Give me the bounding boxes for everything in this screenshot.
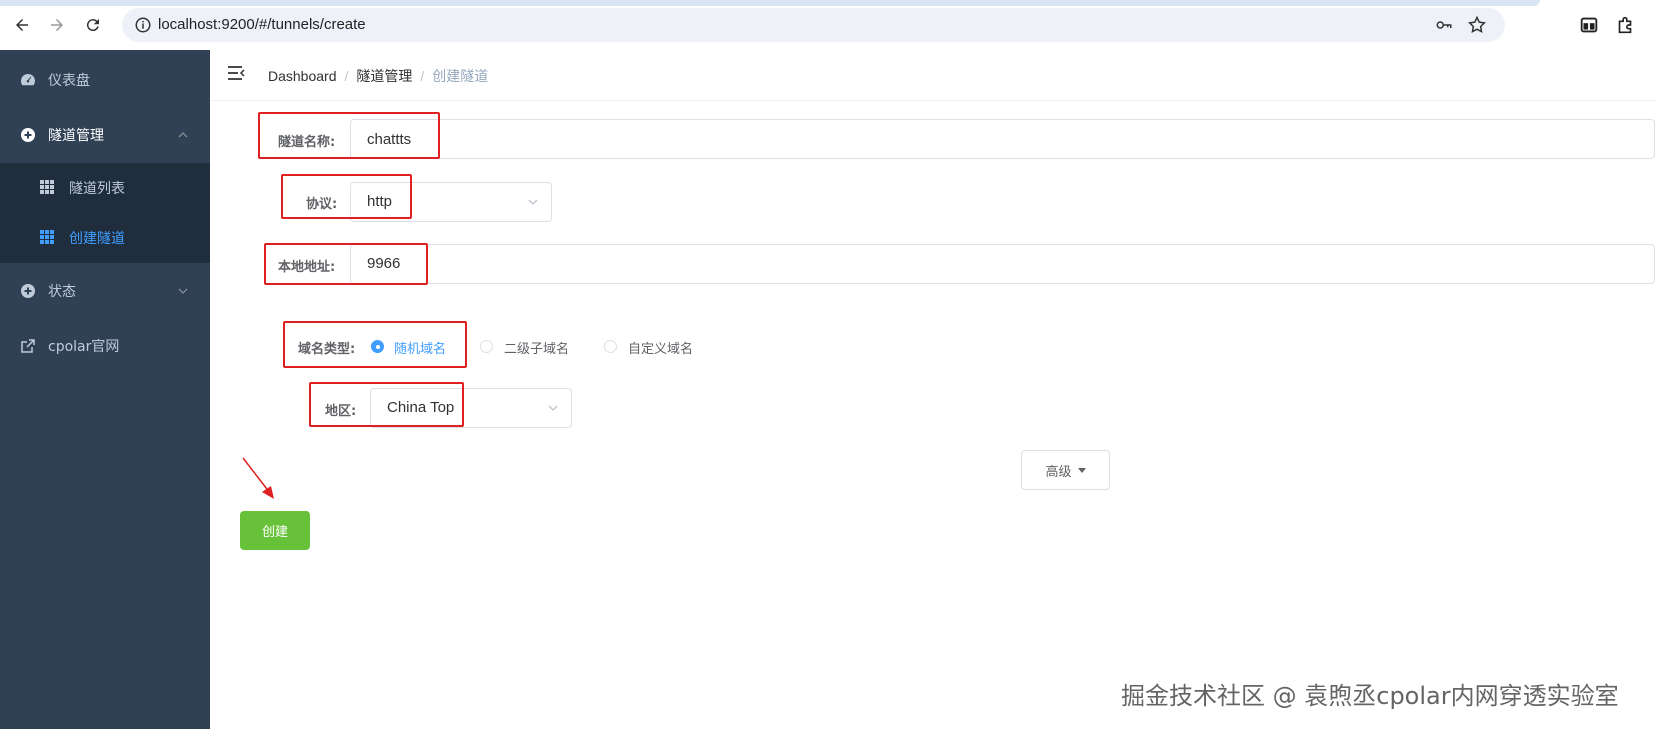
sidebar-item-cpolar-website[interactable]: cpolar官网 xyxy=(0,318,210,374)
sidebar-item-label: 隧道管理 xyxy=(48,128,104,144)
chevron-down-icon xyxy=(178,288,188,294)
sidebar-item-dashboard[interactable]: 仪表盘 xyxy=(0,52,210,108)
sidebar-item-status[interactable]: 状态 xyxy=(0,263,210,319)
annotation-arrow-icon xyxy=(242,457,274,499)
plus-circle-icon xyxy=(21,128,35,142)
advanced-button[interactable]: 高级 xyxy=(1021,450,1110,490)
info-icon[interactable] xyxy=(134,16,152,34)
grid-icon xyxy=(40,230,54,244)
breadcrumb: Dashboard / 隧道管理 / 创建隧道 xyxy=(268,66,488,86)
highlight-box xyxy=(281,174,412,219)
sidebar-item-tunnel-management[interactable]: 隧道管理 xyxy=(0,107,210,163)
caret-down-icon xyxy=(1077,467,1086,473)
tab-strip xyxy=(0,0,1540,6)
header-divider xyxy=(210,100,1655,101)
highlight-box xyxy=(309,382,464,427)
extensions-icon[interactable] xyxy=(1614,14,1636,36)
grid-icon xyxy=(40,180,54,194)
breadcrumb-separator: / xyxy=(420,68,425,84)
forward-icon[interactable] xyxy=(45,13,69,37)
sidebar-subitem-label: 创建隧道 xyxy=(69,231,125,247)
breadcrumb-tunnel-management[interactable]: 隧道管理 xyxy=(356,66,412,86)
star-icon[interactable] xyxy=(1467,15,1487,35)
highlight-box xyxy=(264,243,428,285)
sidebar-subitem-tunnel-list[interactable]: 隧道列表 xyxy=(0,163,210,213)
highlight-box xyxy=(258,112,440,159)
dashboard-icon xyxy=(21,74,35,86)
address-bar[interactable]: localhost:9200/#/tunnels/create xyxy=(122,8,1505,42)
radio-subdomain[interactable] xyxy=(480,340,493,353)
hamburger-icon[interactable] xyxy=(227,64,245,82)
radio-label[interactable]: 自定义域名 xyxy=(628,338,693,357)
submenu: 隧道列表 创建隧道 xyxy=(0,163,210,263)
breadcrumb-separator: / xyxy=(344,68,349,84)
chevron-down-icon[interactable] xyxy=(547,402,559,414)
breadcrumb-dashboard[interactable]: Dashboard xyxy=(268,68,337,84)
reload-icon[interactable] xyxy=(81,13,105,37)
watermark: 掘金技术社区 @ 袁煦丞cpolar内网穿透实验室 xyxy=(1121,682,1619,710)
chevron-up-icon xyxy=(178,132,188,138)
create-button-label: 创建 xyxy=(261,525,288,540)
external-link-icon xyxy=(21,339,35,353)
url-text[interactable]: localhost:9200/#/tunnels/create xyxy=(158,16,366,33)
radio-label[interactable]: 二级子域名 xyxy=(504,338,569,357)
plus-circle-icon xyxy=(21,284,35,298)
local-address-field[interactable] xyxy=(350,244,1655,284)
sidebar-subitem-label: 隧道列表 xyxy=(69,181,125,197)
reading-mode-icon[interactable] xyxy=(1578,14,1600,36)
chevron-down-icon[interactable] xyxy=(527,196,539,208)
browser-toolbar: localhost:9200/#/tunnels/create xyxy=(0,0,1655,50)
tunnel-name-field[interactable] xyxy=(350,119,1655,159)
breadcrumb-current: 创建隧道 xyxy=(432,68,489,84)
advanced-button-label: 高级 xyxy=(1045,464,1072,480)
highlight-box xyxy=(283,321,467,368)
key-icon[interactable] xyxy=(1435,16,1453,34)
sidebar-subitem-create-tunnel[interactable]: 创建隧道 xyxy=(0,213,210,263)
sidebar: 仪表盘 隧道管理 隧道列表 创建隧道 状态 cpolar官网 xyxy=(0,50,210,729)
sidebar-item-label: cpolar官网 xyxy=(48,339,120,355)
radio-custom-domain[interactable] xyxy=(604,340,617,353)
sidebar-item-label: 仪表盘 xyxy=(48,73,90,89)
create-button[interactable]: 创建 xyxy=(240,511,310,550)
back-icon[interactable] xyxy=(10,13,34,37)
sidebar-item-label: 状态 xyxy=(48,284,76,300)
